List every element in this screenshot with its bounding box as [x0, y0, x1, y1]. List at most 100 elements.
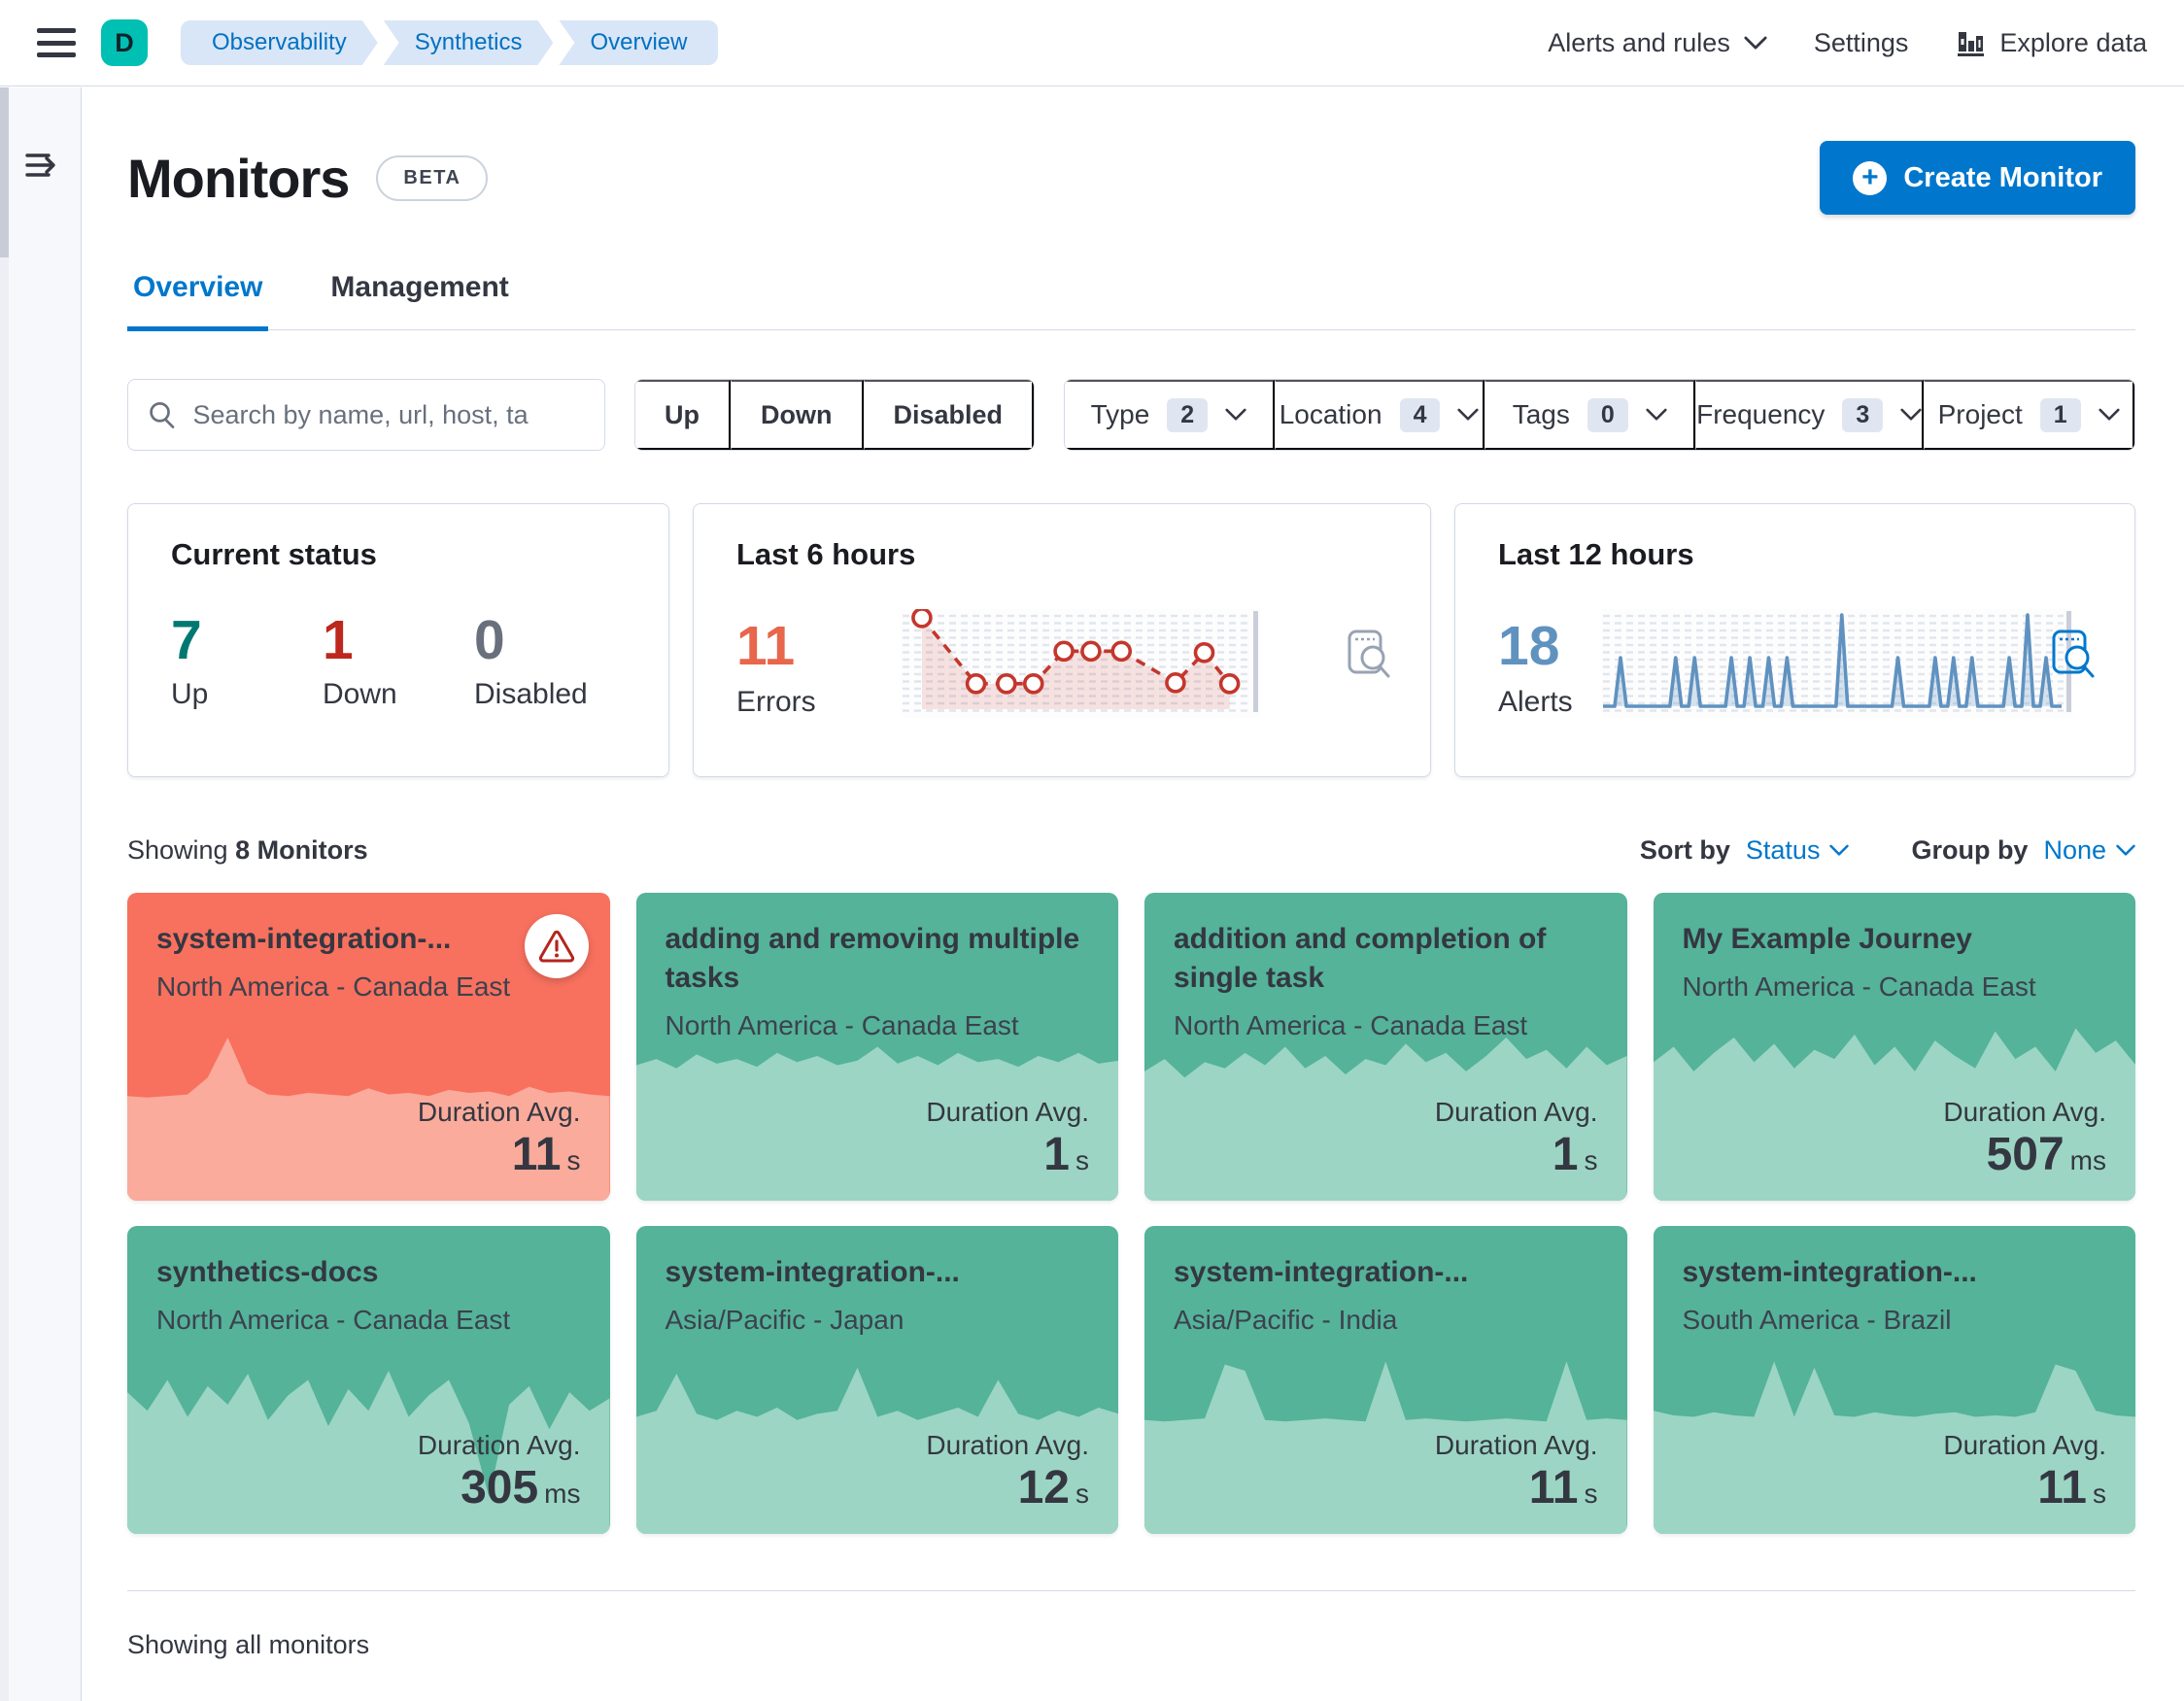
- duration-value-row: 11 s: [1943, 1461, 2106, 1514]
- scrollbar-thumb[interactable]: [0, 87, 9, 257]
- filter-tags-dropdown[interactable]: Tags 0: [1484, 380, 1696, 450]
- duration-value-row: 507 ms: [1943, 1128, 2106, 1181]
- alerts-trend-chart: [1601, 609, 2073, 718]
- alerts-and-rules-menu[interactable]: Alerts and rules: [1548, 28, 1767, 58]
- duration-value: 11: [511, 1128, 562, 1180]
- down-count: 1: [323, 609, 354, 671]
- monitor-card[interactable]: system-integration-... North America - C…: [127, 893, 610, 1201]
- expand-sidebar-button[interactable]: [23, 148, 62, 187]
- monitor-location: North America - Canada East: [156, 1305, 511, 1335]
- panel-title: Last 12 hours: [1498, 537, 1694, 571]
- current-status-panel: Current status 7 Up 1 Down 0 Disabled: [127, 503, 669, 777]
- explore-data-link[interactable]: Explore data: [1955, 27, 2147, 58]
- monitor-title: system-integration-...: [1682, 1256, 1977, 1288]
- last-6-hours-panel: Last 6 hours 11 Errors: [693, 503, 1431, 777]
- monitors-page: Monitors BETA + Create Monitor Overview …: [83, 87, 2184, 1701]
- breadcrumb-observability[interactable]: Observability: [181, 20, 378, 65]
- breadcrumb-overview[interactable]: Overview: [559, 20, 719, 65]
- monitor-card[interactable]: synthetics-docs North America - Canada E…: [127, 1226, 610, 1534]
- duration-value-row: 305 ms: [418, 1461, 581, 1514]
- sort-by-label: Sort by: [1639, 835, 1730, 865]
- beta-badge: BETA: [376, 154, 489, 201]
- group-by-label: Group by: [1911, 835, 2029, 865]
- type-count-badge: 2: [1167, 397, 1209, 432]
- menu-hamburger-icon[interactable]: [37, 28, 76, 57]
- top-navigation-bar: D Observability Synthetics Overview Aler…: [0, 0, 2184, 86]
- monitor-title: system-integration-...: [156, 923, 452, 955]
- errors-trend-chart: [901, 609, 1260, 718]
- down-label: Down: [323, 678, 397, 710]
- search-input[interactable]: [192, 399, 585, 430]
- group-by-value[interactable]: None: [2043, 835, 2135, 866]
- chevron-down-icon: [1900, 408, 1922, 421]
- monitor-location: North America - Canada East: [1174, 1010, 1528, 1040]
- sort-by-value[interactable]: Status: [1746, 835, 1850, 866]
- tab-management[interactable]: Management: [324, 271, 514, 329]
- duration-unit: s: [566, 1144, 581, 1175]
- monitor-title: My Example Journey: [1682, 923, 1972, 955]
- inspect-alerts-button[interactable]: [2051, 629, 2098, 684]
- disabled-label: Disabled: [474, 678, 588, 710]
- filter-location-dropdown[interactable]: Location 4: [1274, 380, 1485, 450]
- monitor-location: South America - Brazil: [1682, 1305, 1952, 1335]
- filter-project-dropdown[interactable]: Project 1: [1924, 380, 2134, 450]
- duration-avg-label: Duration Avg.: [926, 1096, 1089, 1127]
- monitor-card[interactable]: addition and completion of single task N…: [1144, 893, 1627, 1201]
- status-filter-group: Up Down Disabled: [634, 379, 1036, 451]
- search-icon: [150, 401, 175, 428]
- monitor-card[interactable]: system-integration-... South America - B…: [1653, 1226, 2135, 1534]
- project-count-badge: 1: [2039, 397, 2081, 432]
- attribute-filter-group: Type 2 Location 4 Tags 0 Frequency 3 Pro…: [1064, 379, 2135, 451]
- footer-showing-all: Showing all monitors: [127, 1590, 2135, 1660]
- duration-unit: ms: [544, 1478, 581, 1509]
- chevron-down-icon: [1457, 408, 1480, 421]
- duration-value: 12: [1017, 1461, 1070, 1514]
- monitor-card[interactable]: adding and removing multiple tasks North…: [635, 893, 1118, 1201]
- create-monitor-button[interactable]: + Create Monitor: [1820, 141, 2135, 215]
- duration-value: 11: [1528, 1461, 1579, 1514]
- duration-value-row: 1s: [926, 1128, 1089, 1181]
- filter-frequency-dropdown[interactable]: Frequency 3: [1695, 380, 1925, 450]
- duration-value: 507: [1986, 1128, 2065, 1180]
- duration-unit: s: [1584, 1144, 1598, 1175]
- inspect-errors-button[interactable]: [1347, 629, 1393, 684]
- page-title: Monitors: [127, 147, 350, 209]
- scrollbar-track[interactable]: [0, 87, 9, 1701]
- duration-unit: s: [2093, 1478, 2106, 1509]
- alerts-label: Alerts: [1498, 686, 1573, 718]
- monitor-grid: system-integration-... North America - C…: [127, 893, 2135, 1534]
- filter-type-dropdown[interactable]: Type 2: [1065, 380, 1275, 450]
- duration-value: 1: [1043, 1128, 1070, 1180]
- breadcrumb-synthetics[interactable]: Synthetics: [384, 20, 554, 65]
- filter-down-button[interactable]: Down: [731, 380, 864, 450]
- duration-avg-label: Duration Avg.: [1943, 1096, 2106, 1127]
- duration-unit: s: [1075, 1144, 1089, 1175]
- collapsed-left-sidebar: [0, 87, 82, 1701]
- menu-right-icon: [25, 153, 55, 177]
- tab-overview[interactable]: Overview: [127, 271, 269, 331]
- monitor-card[interactable]: system-integration-... Asia/Pacific - Ja…: [635, 1226, 1118, 1534]
- duration-unit: s: [1584, 1478, 1598, 1509]
- alerts-count: 18: [1498, 615, 1560, 677]
- monitor-card[interactable]: My Example Journey North America - Canad…: [1653, 893, 2135, 1201]
- deployment-avatar[interactable]: D: [101, 19, 148, 66]
- plus-circle-icon: +: [1853, 160, 1888, 195]
- monitor-card[interactable]: system-integration-... Asia/Pacific - In…: [1144, 1226, 1627, 1534]
- duration-avg-label: Duration Avg.: [1434, 1096, 1598, 1127]
- settings-link[interactable]: Settings: [1814, 28, 1909, 58]
- chevron-down-icon: [2099, 408, 2120, 421]
- duration-avg-label: Duration Avg.: [417, 1096, 581, 1127]
- filter-disabled-button[interactable]: Disabled: [863, 380, 1035, 450]
- chevron-down-icon: [1225, 408, 1246, 421]
- up-label: Up: [171, 678, 209, 710]
- duration-avg-label: Duration Avg.: [1943, 1429, 2106, 1460]
- filter-up-button[interactable]: Up: [635, 380, 731, 450]
- duration-value-row: 12 s: [926, 1461, 1089, 1514]
- monitor-location: North America - Canada East: [665, 1010, 1019, 1040]
- errors-count: 11: [736, 615, 796, 677]
- chevron-down-icon: [1829, 844, 1850, 856]
- duration-avg-label: Duration Avg.: [926, 1429, 1089, 1460]
- errors-label: Errors: [736, 686, 816, 718]
- monitor-location: North America - Canada East: [156, 971, 511, 1002]
- magnifier-document-icon: [2052, 629, 2095, 678]
